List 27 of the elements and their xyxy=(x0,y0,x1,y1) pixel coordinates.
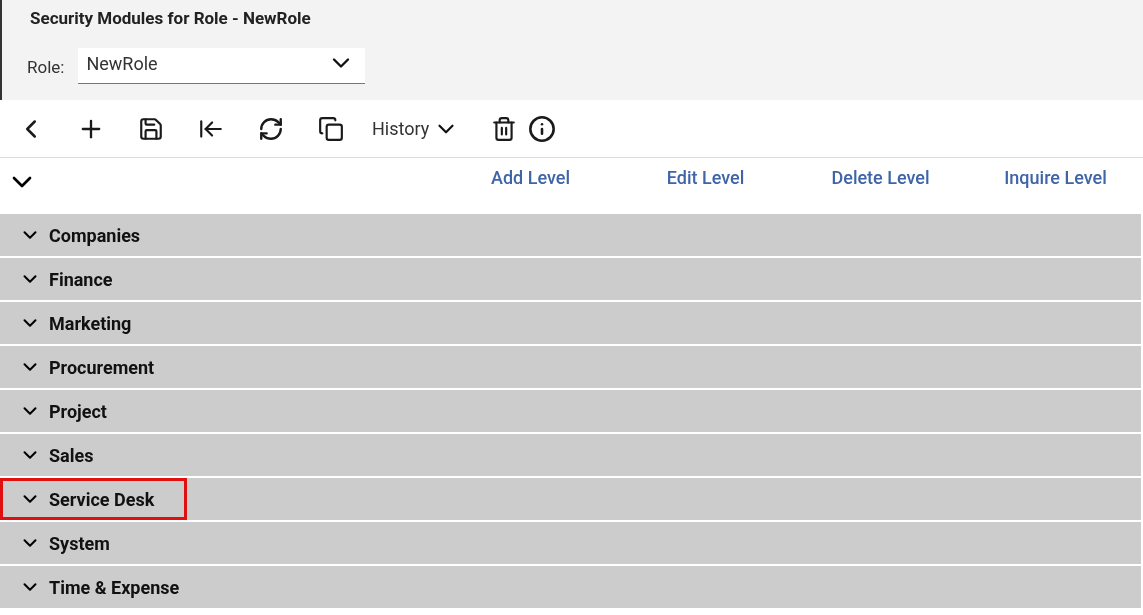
module-label: Finance xyxy=(49,267,113,292)
module-label: System xyxy=(49,531,110,556)
role-label: Role: xyxy=(27,56,65,79)
role-dropdown[interactable]: NewRole xyxy=(78,47,366,84)
module-row[interactable]: Time & Expense xyxy=(0,566,1141,608)
module-label: Procurement xyxy=(49,355,155,380)
module-row[interactable]: Companies xyxy=(0,214,1141,256)
module-row[interactable]: Service Desk xyxy=(0,478,1141,520)
module-row[interactable]: Procurement xyxy=(0,346,1141,388)
module-row[interactable]: Project xyxy=(0,390,1141,432)
info-button[interactable] xyxy=(527,113,558,144)
page-title: Security Modules for Role - NewRole xyxy=(30,7,311,30)
module-label: Service Desk xyxy=(49,487,155,512)
history-dropdown[interactable]: History xyxy=(372,115,460,142)
module-label: Marketing xyxy=(49,311,132,336)
module-row[interactable]: System xyxy=(0,522,1141,564)
module-row[interactable]: Sales xyxy=(0,434,1141,476)
module-label: Companies xyxy=(49,223,141,248)
module-label: Project xyxy=(49,399,107,424)
module-label: Sales xyxy=(49,443,94,468)
column-header: Delete Level xyxy=(830,166,931,190)
column-header: Inquire Level xyxy=(1003,166,1108,190)
module-label: Time & Expense xyxy=(49,575,180,600)
module-row[interactable]: Finance xyxy=(0,258,1141,300)
column-header: Edit Level xyxy=(665,166,746,190)
module-row[interactable]: Marketing xyxy=(0,302,1141,344)
column-header: Add Level xyxy=(490,166,571,190)
